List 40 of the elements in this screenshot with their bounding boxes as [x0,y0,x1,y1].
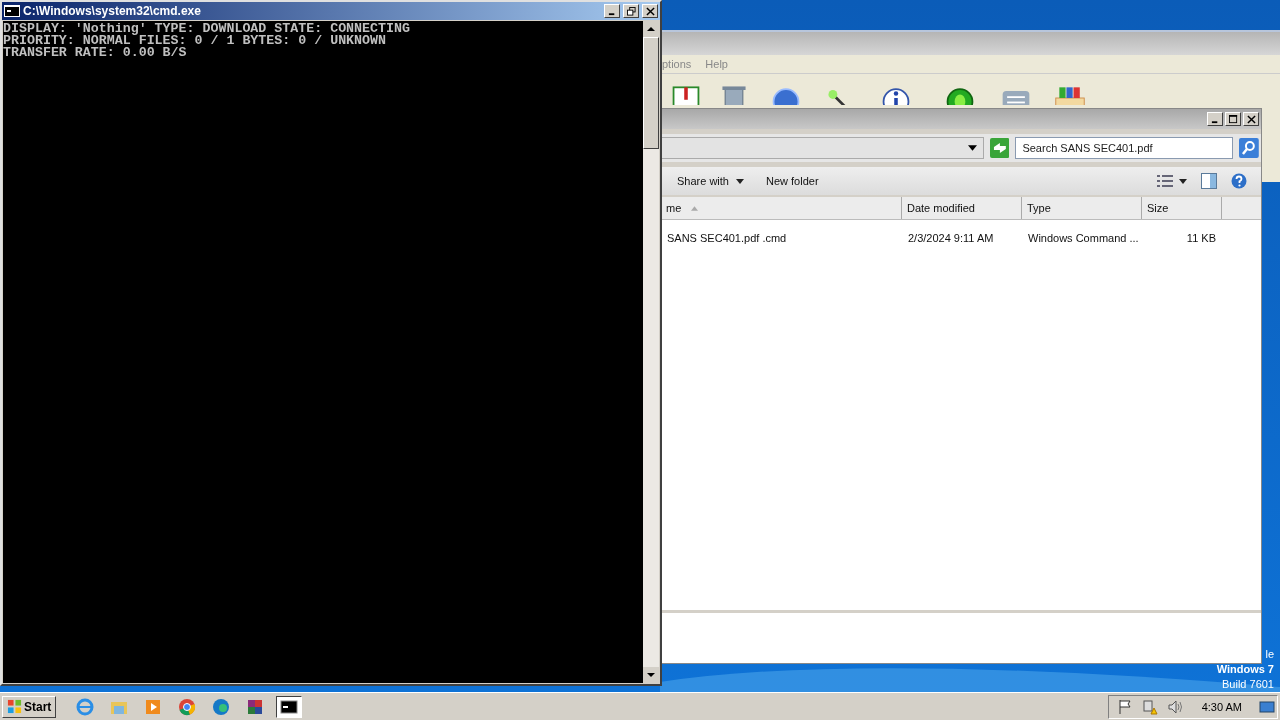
console-icon [4,5,20,17]
flag-icon[interactable] [1116,698,1133,715]
column-header[interactable]: Date modified [902,197,1022,219]
search-icon[interactable] [1239,138,1259,158]
four-squares-logo-icon[interactable] [7,699,22,714]
toolbar-button[interactable]: New folder [758,172,827,190]
table-cell-text: SANS SEC401.pdf .cmd [666,231,788,244]
caret-icon[interactable] [1179,178,1187,184]
table-cell-text: 2/3/2024 9:11 AM [907,231,995,244]
file-row[interactable]: SANS SEC401.pdf .cmd 2/3/2024 9:11 AM Windows Command ... 11 KB [661,229,1261,246]
dropdown-icon[interactable] [967,145,977,151]
table-cell-text: Windows Command ... [1027,231,1140,244]
refresh-icon[interactable] [989,138,1010,158]
window-title: C:\Windows\system32\cmd.exe [23,4,201,18]
search-field[interactable]: Search SANS SEC401.pdf [1015,137,1234,159]
table-cell-text: 11 KB [1185,231,1217,244]
start-button[interactable]: Start [2,695,57,718]
sort-arrow-icon [691,205,699,211]
help-icon[interactable] [1231,173,1247,189]
network-warning-icon[interactable] [1141,698,1158,715]
toolbar-button[interactable]: Share with [669,172,752,190]
show-desktop-icon[interactable] [1259,698,1275,715]
desktop-text: Windows 7 [1216,662,1274,677]
caret-icon[interactable] [736,178,744,184]
scrollbar[interactable] [643,21,659,683]
scroll-up-icon[interactable] [643,21,659,37]
desktop-text: le [1265,647,1274,662]
volume-icon[interactable] [1166,698,1183,715]
column-header[interactable]: Type [1022,197,1142,219]
console-line: PRIORITY: NORMAL FILES: 0 / 1 BYTES: 0 / UNKNOWN [3,35,387,47]
console-line: TRANSFER RATE: 0.00 B/S [3,47,188,59]
console-line: DISPLAY: 'Nothing' TYPE: DOWNLOAD STATE: CONNECTING [3,23,411,35]
preview-pane-icon[interactable] [1201,173,1217,189]
scroll-down-icon[interactable] [643,667,659,683]
column-header[interactable]: Size [1142,197,1222,219]
desktop-text: Build 7601 [1222,677,1274,692]
view-options-icon[interactable] [1157,173,1173,189]
scroll-thumb[interactable] [643,37,659,149]
address-field[interactable] [661,137,984,159]
clock[interactable]: 4:30 AM [1201,700,1242,713]
